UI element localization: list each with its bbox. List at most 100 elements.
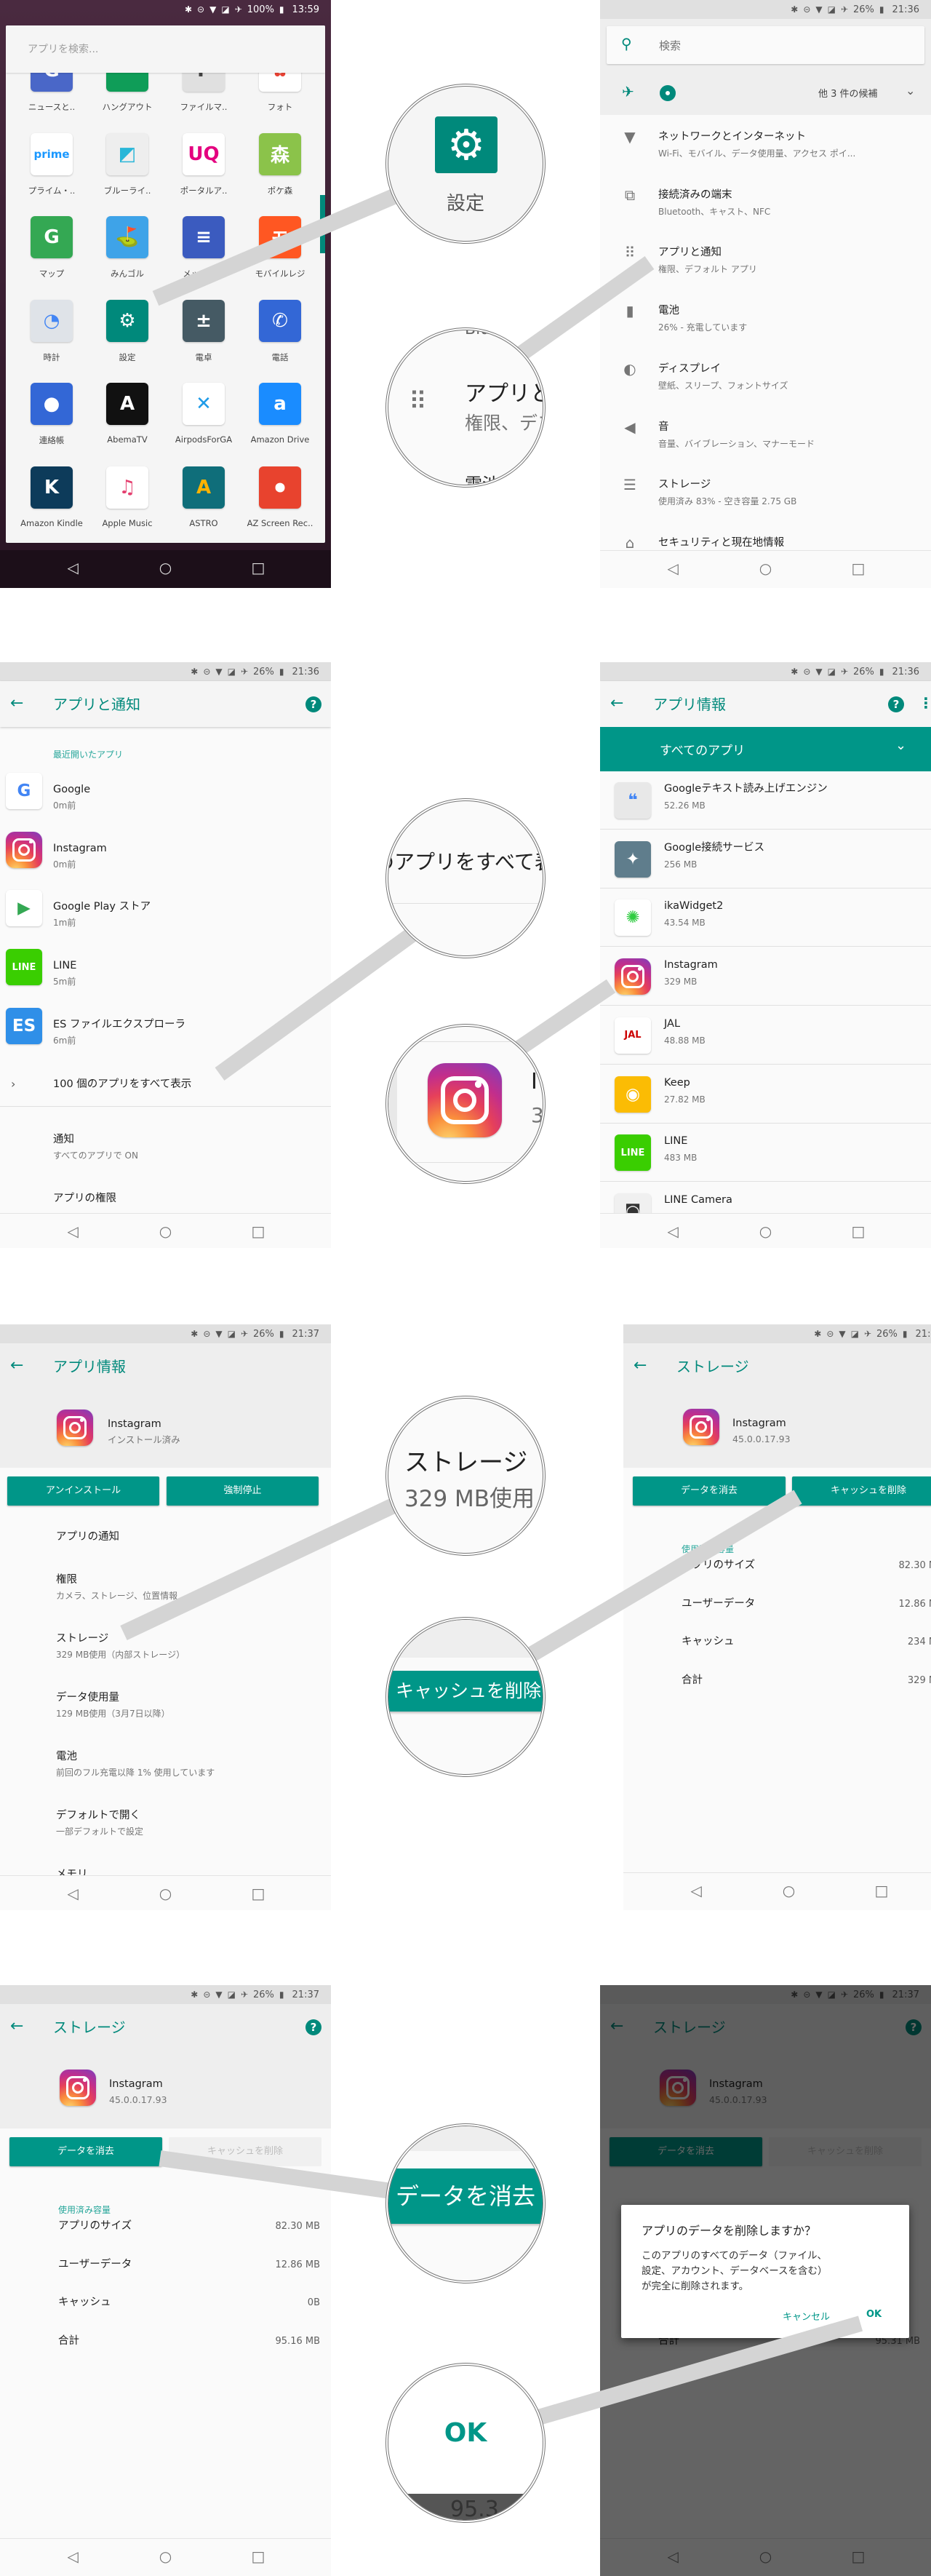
show-all-apps-link[interactable]: › 100 個のアプリをすべて表示 [0,1070,331,1105]
dialog-ok-button[interactable]: OK [866,2309,882,2320]
settings-item[interactable]: ⧉ 接続済みの端末 Bluetooth、キャスト、NFC [600,170,931,228]
chevron-down-icon[interactable]: ⌄ [906,84,915,98]
app-info-item[interactable]: デフォルトで開く 一部デフォルトで設定 [0,1794,331,1853]
app-list-item[interactable]: ◉ Keep 27.82 MB [600,1065,931,1124]
back-nav-button[interactable]: ◁ [67,1223,78,1240]
back-nav-button[interactable]: ◁ [67,2548,78,2565]
back-arrow-button[interactable]: ← [610,694,623,712]
section-divider [0,1106,331,1107]
app-label: ブルーライ.. [103,185,151,196]
dialog-cancel-button[interactable]: キャンセル [783,2309,830,2323]
settings-item[interactable]: ▮ 電池 26% - 充電しています [600,286,931,343]
item-subtitle: すべてのアプリで ON [53,1150,138,1161]
settings-search-input[interactable]: ⚲ 検索 [607,26,924,64]
recent-app-item[interactable]: Instagram 0m前 [0,827,331,886]
home-nav-button[interactable]: ○ [159,1223,172,1240]
app-search-bar[interactable]: アプリを検索... [6,25,325,73]
phone-icon: ✆ [259,299,301,342]
google-news-icon: G [31,73,73,92]
app-size: 27.82 MB [664,1094,706,1105]
home-nav-button[interactable]: ○ [159,2548,172,2565]
help-icon[interactable]: ? [305,696,321,712]
back-nav-button[interactable]: ◁ [667,1223,678,1240]
back-arrow-button[interactable]: ← [10,694,23,712]
settings-screen: ✱ ⊝ ▼ ◪ ✈ 26% ▮ 21:36 ⚲ 検索 ✈ 他 3 件の候補 ⌄ ▼ ネットワークとインターネ… [600,0,931,588]
recents-nav-button[interactable]: □ [251,559,265,576]
storage-row: キャッシュ 0B [0,2296,331,2313]
clear-cache-button[interactable]: キャッシュを削除 [792,1476,931,1506]
force-stop-button[interactable]: 強制停止 [167,1476,319,1506]
app-list-item[interactable]: Instagram 329 MB [600,947,931,1006]
page-title: ストレージ [53,2019,126,2036]
settings-item[interactable]: ◀ 音音量、バイブレーション、マナーモード [600,402,931,460]
settings-item-subtitle: 音量、バイブレーション、マナーモード [658,438,815,449]
clear-data-button[interactable]: データを消去 [633,1476,786,1506]
app-list-item[interactable]: JAL JAL 48.88 MB [600,1006,931,1065]
help-icon[interactable]: ? [305,2019,321,2035]
uninstall-button[interactable]: アンインストール [7,1476,159,1506]
connector-line [504,979,616,1062]
app-list-item[interactable]: ✦ Google接続サービス 256 MB [600,830,931,889]
magnifier-storage: ストレージ 329 MB使用 [388,1399,543,1553]
app-list-item[interactable]: ❝ Googleテキスト読み上げエンジン 52.26 MB [600,771,931,830]
home-nav-button[interactable]: ○ [759,1223,772,1240]
do-not-disturb-toggle[interactable] [660,85,676,101]
recents-nav-button[interactable]: □ [251,1885,265,1902]
home-nav-button[interactable]: ○ [783,1882,795,1899]
back-arrow-button[interactable]: ← [10,2017,23,2035]
scrollbar-thumb[interactable] [320,195,325,253]
back-nav-button[interactable]: ◁ [67,1885,78,1902]
apps-grid-icon: ⠿ [624,244,636,262]
toolbar [600,681,931,727]
recents-nav-button[interactable]: □ [874,1882,888,1899]
app-info-item[interactable]: ストレージ 329 MB使用（内部ストレージ） [0,1618,331,1676]
recent-app-item[interactable]: LINE LINE 5m前 [0,945,331,1003]
navigation-bar: ◁ ○ □ [600,1213,931,1248]
settings-item[interactable]: ⠿ アプリと通知 権限、デフォルト アプリ [600,228,931,285]
airplane-mode-toggle[interactable]: ✈ [622,83,634,100]
home-nav-button[interactable]: ○ [159,559,172,576]
settings-item[interactable]: 通知 すべてのアプリで ON [0,1118,331,1177]
dialog-body-line: 設定、アカウント、データベースを含む） [642,2265,828,2277]
settings-gear-icon: ⚙ [106,299,148,342]
home-nav-button[interactable]: ○ [159,1885,172,1902]
app-info-item[interactable]: 電池 前回のフル充電以降 1% 使用しています [0,1736,331,1794]
app-list-item[interactable]: ✺ ikaWidget2 43.54 MB [600,889,931,947]
row-value: 95.16 MB [275,2336,320,2348]
suggestions-label[interactable]: 他 3 件の候補 [818,86,878,100]
back-nav-button[interactable]: ◁ [690,1882,701,1899]
app-list-item[interactable]: LINE LINE 483 MB [600,1124,931,1182]
wifi-icon: ▼ [815,667,823,677]
settings-item-subtitle: 権限、デフォルト アプリ [658,264,757,275]
help-icon[interactable]: ? [888,696,904,712]
recents-nav-button[interactable]: □ [851,560,865,577]
app-filter-dropdown[interactable]: すべてのアプリ ⌄ [600,727,931,771]
app-list-screen: ✱ ⊝ ▼ ◪ ✈ 26% ▮ 21:36 ← アプリ情報? ⋮ すべてのアプリ ⌄ ❝ Googleテキス… [600,662,931,1248]
back-arrow-button[interactable]: ← [10,1356,23,1375]
recent-app-item[interactable]: G Google 0m前 [0,768,331,827]
app-info-item[interactable]: アプリの通知 [0,1523,331,1559]
app-info-item[interactable]: 権限 カメラ、ストレージ、位置情報 [0,1559,331,1617]
settings-item[interactable]: ▼ ネットワークとインターネット Wi-Fi、モバイル、データ使用量、アクセス ポイ… [600,112,931,170]
back-arrow-button[interactable]: ← [634,1356,647,1375]
recents-nav-button[interactable]: □ [251,2548,265,2565]
magnified-partial-text: 電池 [465,474,500,485]
more-options-icon[interactable]: ⋮ [919,694,931,712]
recents-nav-button[interactable]: □ [251,1223,265,1240]
home-nav-button[interactable]: ○ [759,560,772,577]
apps-notifications-screen: ✱ ⊝ ▼ ◪ ✈ 26% ▮ 21:36 ← アプリと通知? 最近開いたアプリ G Google 0m前… [0,662,331,1248]
recent-app-item[interactable]: ▶ Google Play ストア 1m前 [0,886,331,944]
storage-icon: ☰ [623,476,636,494]
row-label: キャッシュ [58,2297,111,2309]
app-label: ニュースと.. [28,102,76,112]
last-opened: 6m前 [53,1035,76,1046]
recents-nav-button[interactable]: □ [851,1223,865,1240]
settings-item[interactable]: ☰ ストレージ 使用済み 83% - 空き容量 2.75 GB [600,460,931,517]
back-nav-button[interactable]: ◁ [667,560,678,577]
battery-charging-icon: ▮ [879,667,884,677]
recent-app-item[interactable]: ES ES ファイルエクスプローラ 6m前 [0,1003,331,1062]
app-info-item[interactable]: データ使用量 129 MB使用（3月7日以降） [0,1677,331,1735]
back-nav-button[interactable]: ◁ [67,559,78,576]
clear-data-button[interactable]: データを消去 [9,2137,162,2166]
settings-item[interactable]: ◐ ディスプレイ 壁紙、スリープ、フォントサイズ [600,344,931,402]
